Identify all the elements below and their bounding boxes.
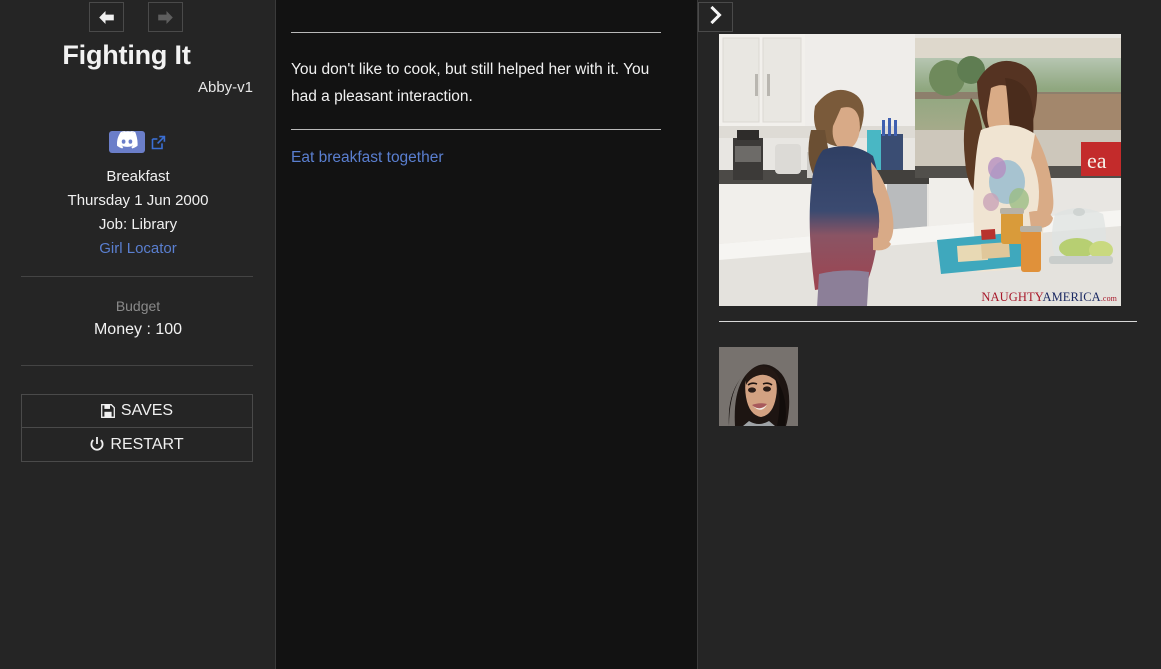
divider (719, 321, 1137, 322)
watermark-part1: NAUGHTY (981, 289, 1043, 304)
choice-eat-breakfast[interactable]: Eat breakfast together (291, 149, 444, 167)
date-status: Thursday 1 Jun 2000 (67, 192, 209, 209)
chevron-right-icon (708, 5, 724, 29)
image-panel: ea NAUGHTYAMERICA.com (698, 0, 1161, 669)
external-link-icon[interactable] (150, 134, 167, 151)
forward-button[interactable] (148, 2, 183, 32)
divider (21, 365, 253, 366)
saves-button[interactable]: SAVES (21, 394, 253, 428)
discord-row (0, 130, 276, 154)
job-status: Job: Library (98, 216, 178, 233)
meal-status: Breakfast (106, 168, 170, 185)
character-version-label: Abby-v1 (197, 79, 253, 96)
power-icon (90, 437, 104, 452)
navigation-controls (0, 2, 276, 34)
arrow-right-icon (156, 9, 175, 26)
scene-image[interactable]: ea NAUGHTYAMERICA.com (719, 34, 1121, 306)
watermark: NAUGHTYAMERICA.com (981, 289, 1117, 304)
money-value: Money : 100 (93, 321, 183, 338)
game-window: Fighting It Abby-v1 Breakfast Thursday 1… (0, 0, 1161, 669)
character-portrait-thumbnail (719, 347, 798, 426)
kitchen-scene-photo: ea (719, 34, 1121, 306)
divider (291, 129, 661, 130)
page-title: Fighting It (62, 40, 191, 70)
budget-label: Budget (115, 298, 161, 314)
story-text: You don't like to cook, but still helped… (291, 61, 650, 105)
watermark-part2: AMERICA (1042, 289, 1101, 304)
watermark-part3: .com (1100, 293, 1117, 303)
story-panel: You don't like to cook, but still helped… (276, 0, 698, 669)
restart-button[interactable]: RESTART (21, 428, 253, 462)
girl-locator-link[interactable]: Girl Locator (0, 240, 276, 257)
saves-button-label: SAVES (120, 402, 174, 419)
sidebar: Fighting It Abby-v1 Breakfast Thursday 1… (0, 0, 276, 669)
divider (291, 32, 661, 33)
discord-icon (115, 130, 139, 154)
arrow-left-icon (97, 9, 116, 26)
floppy-disk-icon (100, 404, 115, 418)
discord-link-button[interactable] (109, 130, 145, 154)
panel-toggle-button[interactable] (698, 2, 733, 32)
action-buttons: SAVES RESTART (21, 394, 253, 462)
back-button[interactable] (89, 2, 124, 32)
divider (21, 276, 253, 277)
restart-button-label: RESTART (110, 435, 184, 453)
character-thumbnail[interactable] (719, 347, 798, 426)
svg-text:ea: ea (1087, 148, 1107, 173)
